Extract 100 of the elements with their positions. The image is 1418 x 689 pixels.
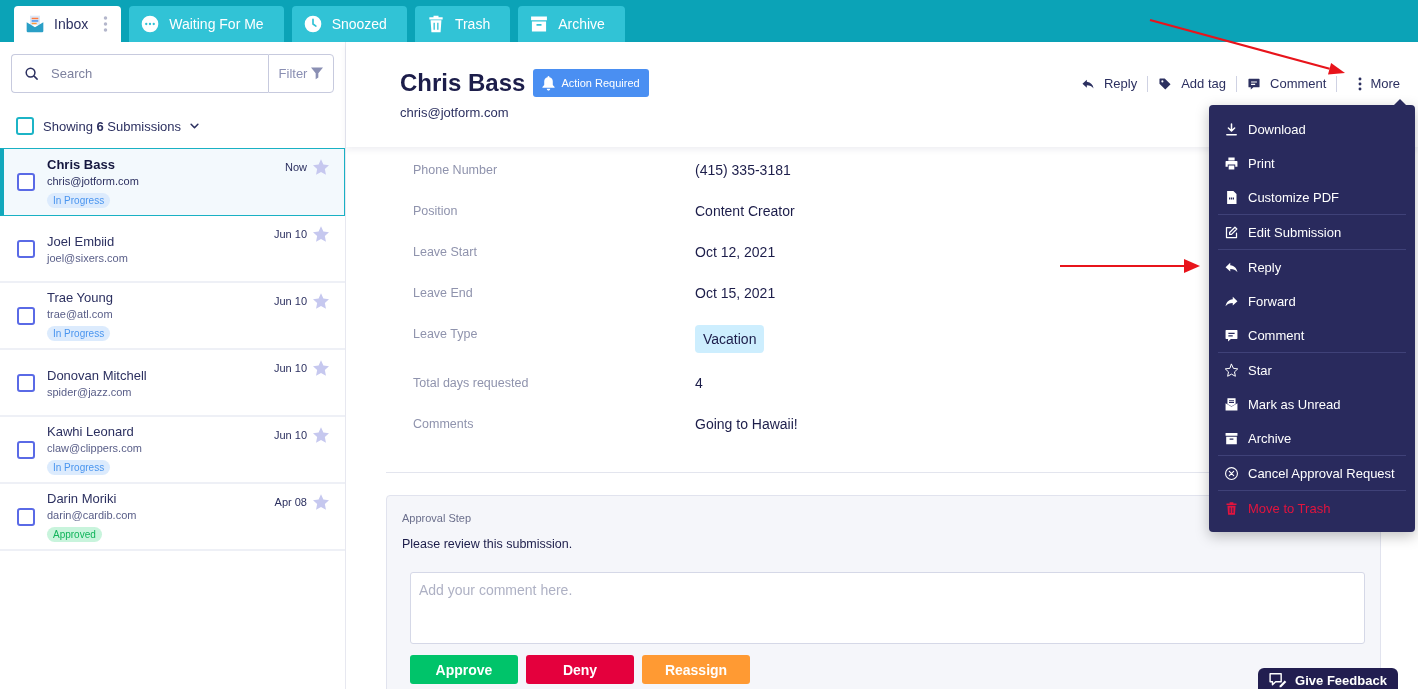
feedback-icon bbox=[1269, 673, 1288, 688]
archive-box-icon bbox=[529, 14, 550, 34]
submitter-name: Trae Young bbox=[47, 290, 114, 305]
status-tag: In Progress bbox=[47, 192, 111, 208]
submitter-name: Chris Bass bbox=[400, 69, 526, 97]
bell-icon bbox=[542, 75, 556, 91]
star-icon[interactable] bbox=[313, 427, 329, 443]
field-label: Leave Type bbox=[413, 326, 478, 342]
field-label: Position bbox=[413, 203, 458, 219]
star-icon[interactable] bbox=[313, 293, 329, 309]
submission-row[interactable]: Trae Young trae@atl.com In Progress Jun 10 bbox=[0, 283, 345, 350]
submission-row[interactable]: Chris Bass chris@jotform.com In Progress Now bbox=[0, 148, 345, 216]
comment-icon bbox=[1247, 77, 1261, 91]
envelope-icon bbox=[1224, 396, 1239, 412]
edit-icon bbox=[1224, 224, 1239, 240]
menu-item[interactable]: Customize PDF bbox=[1218, 180, 1406, 214]
pdf-file-icon bbox=[1224, 189, 1239, 205]
dots-circle-icon bbox=[140, 14, 161, 34]
submission-row[interactable]: Joel Embiid joel@sixers.com Jun 10 bbox=[0, 216, 345, 283]
row-checkbox[interactable] bbox=[17, 173, 35, 191]
folder-tab[interactable]: Inbox bbox=[14, 6, 122, 42]
status-tag: In Progress bbox=[47, 326, 111, 341]
menu-item[interactable]: Print bbox=[1218, 146, 1406, 180]
menu-item[interactable]: Edit Submission bbox=[1218, 215, 1406, 249]
star-icon[interactable] bbox=[313, 159, 329, 175]
field-value: 4 bbox=[695, 375, 703, 391]
star-icon[interactable] bbox=[313, 494, 329, 510]
submitter-email: spider@jazz.com bbox=[47, 385, 133, 398]
submission-date: Apr 08 bbox=[274, 496, 307, 508]
approval-message: Please review this submission. bbox=[402, 537, 574, 551]
row-checkbox[interactable] bbox=[17, 239, 35, 258]
chevron-down-icon bbox=[190, 123, 200, 129]
search-icon bbox=[24, 66, 39, 81]
search-field[interactable]: Search bbox=[11, 54, 268, 93]
submission-row[interactable]: Donovan Mitchell spider@jazz.com Jun 10 bbox=[0, 350, 345, 417]
more-button[interactable]: More bbox=[1347, 77, 1400, 91]
submission-date: Jun 10 bbox=[273, 228, 307, 240]
submission-row[interactable]: Darin Moriki darin@cardib.com Approved Apr 08 bbox=[0, 484, 345, 551]
submitter-name: Kawhi Leonard bbox=[47, 424, 135, 439]
field-label: Total days requested bbox=[413, 375, 529, 391]
menu-item[interactable]: Cancel Approval Request bbox=[1218, 456, 1406, 490]
download-icon bbox=[1224, 121, 1239, 137]
row-checkbox[interactable] bbox=[17, 373, 35, 392]
submitter-name: Donovan Mitchell bbox=[47, 367, 147, 383]
funnel-icon bbox=[311, 67, 324, 80]
approval-step-title: Approval Step bbox=[402, 512, 473, 525]
star-icon[interactable] bbox=[313, 226, 329, 242]
trash-icon bbox=[1224, 500, 1239, 516]
reply-button[interactable]: Reply bbox=[1080, 77, 1138, 91]
comment-field[interactable]: Add your comment here. bbox=[410, 572, 1365, 644]
value-tag: Vacation bbox=[695, 325, 765, 353]
submission-date: Jun 10 bbox=[273, 429, 307, 441]
star-icon[interactable] bbox=[313, 360, 329, 376]
menu-item[interactable]: Reply bbox=[1218, 250, 1406, 284]
row-checkbox[interactable] bbox=[17, 507, 35, 526]
field-value: Going to Hawaii! bbox=[695, 416, 798, 432]
give-feedback-button[interactable]: Give Feedback bbox=[1258, 668, 1398, 689]
envelope-icon bbox=[25, 14, 45, 34]
comment-button[interactable]: Comment bbox=[1247, 77, 1327, 91]
field-value: Content Creator bbox=[695, 203, 795, 219]
submission-date: Jun 10 bbox=[273, 362, 307, 374]
menu-item[interactable]: Comment bbox=[1218, 318, 1406, 352]
archive-box-icon bbox=[1224, 430, 1239, 446]
status-tag: In Progress bbox=[47, 460, 111, 475]
field-label: Phone Number bbox=[413, 162, 498, 178]
menu-item[interactable]: Mark as Unread bbox=[1218, 387, 1406, 421]
submitter-email: claw@clippers.com bbox=[47, 442, 142, 454]
field-value: Oct 12, 2021 bbox=[695, 244, 776, 260]
submitter-email: joel@sixers.com bbox=[47, 251, 128, 264]
row-checkbox[interactable] bbox=[17, 306, 35, 325]
submitter-name: Chris Bass bbox=[47, 156, 116, 172]
field-value: Oct 15, 2021 bbox=[695, 285, 776, 301]
tag-icon bbox=[1158, 77, 1173, 91]
vertical-dots-icon bbox=[1358, 77, 1363, 91]
submission-date: Now bbox=[285, 161, 307, 173]
field-label: Comments bbox=[413, 416, 474, 432]
menu-item[interactable]: Forward bbox=[1218, 284, 1406, 318]
status-tag: Approved bbox=[47, 527, 102, 542]
submitter-name: Darin Moriki bbox=[47, 491, 118, 506]
reply-icon bbox=[1080, 77, 1095, 91]
printer-icon bbox=[1224, 155, 1239, 171]
add-tag-button[interactable]: Add tag bbox=[1158, 77, 1226, 91]
menu-item[interactable]: Archive bbox=[1218, 421, 1406, 455]
submission-count-label: Showing 6 Submissions bbox=[43, 118, 182, 134]
menu-item[interactable]: Download bbox=[1218, 112, 1406, 146]
vertical-dots-icon bbox=[103, 16, 109, 32]
submission-row[interactable]: Kawhi Leonard claw@clippers.com In Progress Jun 10 bbox=[0, 417, 345, 484]
submission-date: Jun 10 bbox=[273, 295, 307, 307]
clock-icon bbox=[302, 14, 323, 34]
status-tag: Action Required bbox=[533, 69, 649, 97]
field-label: Leave End bbox=[413, 285, 473, 301]
select-all-checkbox[interactable] bbox=[16, 117, 34, 135]
submitter-email: chris@jotform.com bbox=[47, 174, 139, 187]
submitter-email: trae@atl.com bbox=[47, 308, 114, 320]
field-label: Leave Start bbox=[413, 244, 477, 260]
comment-icon bbox=[1224, 327, 1239, 343]
menu-item[interactable]: Star bbox=[1218, 353, 1406, 387]
star-icon bbox=[1224, 362, 1239, 378]
deny-button[interactable]: Deny bbox=[526, 655, 634, 684]
row-checkbox[interactable] bbox=[17, 440, 35, 459]
